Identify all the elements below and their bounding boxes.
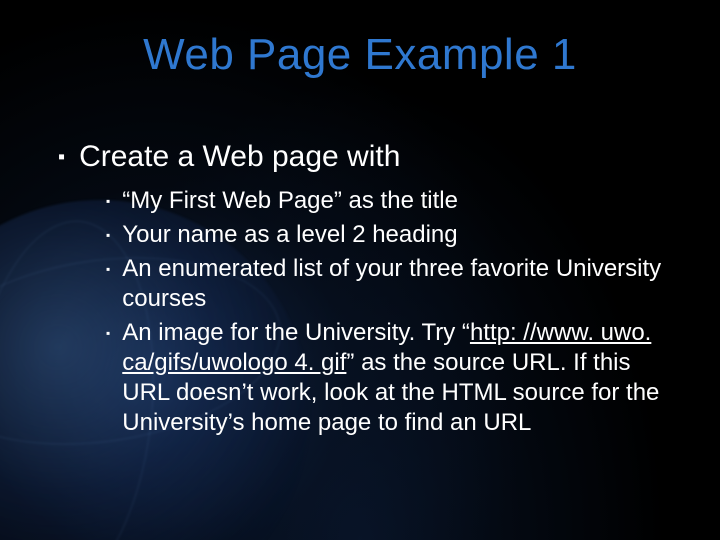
bullet-icon: ▪: [106, 254, 110, 284]
item-text: Create a Web page with: [79, 140, 400, 174]
bullet-icon: ▪: [58, 140, 65, 174]
list-item: ▪ An image for the University. Try “http…: [106, 318, 680, 438]
bullet-icon: ▪: [106, 186, 110, 216]
list-item: ▪ An enumerated list of your three favor…: [106, 254, 680, 314]
list-item: ▪ “My First Web Page” as the title: [106, 186, 680, 216]
list-item: ▪ Create a Web page with: [58, 140, 680, 174]
list-item: ▪ Your name as a level 2 heading: [106, 220, 680, 250]
item-text: “My First Web Page” as the title: [122, 186, 458, 216]
item-text: An enumerated list of your three favorit…: [122, 254, 680, 314]
item-text: An image for the University. Try “http: …: [122, 318, 680, 438]
bullet-icon: ▪: [106, 220, 110, 250]
slide-title: Web Page Example 1: [0, 30, 720, 80]
sub-list: ▪ “My First Web Page” as the title ▪ You…: [106, 186, 680, 438]
bullet-icon: ▪: [106, 318, 110, 348]
slide: Web Page Example 1 ▪ Create a Web page w…: [0, 0, 720, 540]
item-text: Your name as a level 2 heading: [122, 220, 457, 250]
text-segment: An image for the University. Try “: [122, 319, 470, 346]
slide-content: ▪ Create a Web page with ▪ “My First Web…: [58, 140, 680, 442]
